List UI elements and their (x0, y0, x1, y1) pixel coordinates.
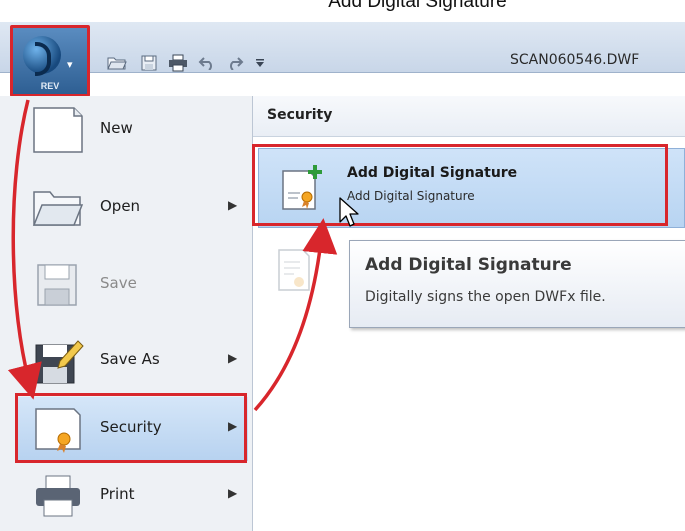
app-logo-icon (23, 36, 61, 76)
undo-icon[interactable] (196, 52, 218, 74)
tooltip-title: Add Digital Signature (365, 255, 572, 275)
tooltip: Add Digital Signature Digitally signs th… (349, 240, 685, 328)
document-filename: SCAN060546.DWF (510, 52, 640, 68)
verify-signature-icon (275, 244, 315, 294)
menu-item-print[interactable]: Print ▶ (18, 464, 248, 528)
highlight-box-add-signature (252, 144, 668, 226)
menu-item-save-as[interactable]: Save As ▶ (18, 329, 248, 393)
submenu-arrow-icon: ▶ (228, 351, 238, 365)
mouse-cursor-icon (338, 196, 360, 230)
menu-item-save[interactable]: Save (18, 253, 248, 317)
customize-toolbar-icon[interactable] (252, 52, 268, 74)
highlight-box-security (15, 393, 247, 463)
submenu-title: Security (267, 107, 333, 123)
app-badge: REV (40, 81, 60, 91)
submenu-arrow-icon: ▶ (228, 198, 238, 212)
open-folder-icon (30, 182, 86, 232)
menu-item-label: Save As (100, 350, 160, 368)
title-bar: SCAN060546.DWF (0, 22, 685, 73)
save-icon (30, 259, 86, 309)
menu-item-new[interactable]: New (18, 98, 248, 162)
menu-item-label: Print (100, 485, 135, 503)
menu-item-label: Save (100, 274, 137, 292)
menu-item-open[interactable]: Open ▶ (18, 176, 248, 240)
tooltip-description: Digitally signs the open DWFx file. (365, 289, 606, 305)
application-menu-button[interactable]: ▾ REV (10, 25, 90, 97)
print-icon (30, 470, 86, 520)
menu-item-label: Open (100, 197, 141, 215)
menu-item-label: New (100, 119, 133, 137)
submenu-header: Security (253, 96, 685, 137)
chevron-down-icon: ▾ (67, 59, 73, 71)
redo-icon[interactable] (224, 52, 246, 74)
submenu-arrow-icon: ▶ (228, 486, 238, 500)
page-caption: Add Digital Signature (328, 0, 507, 12)
save-as-icon (30, 335, 86, 385)
new-document-icon (30, 104, 86, 154)
save-icon[interactable] (138, 52, 160, 74)
application-menu: New Open ▶ Save Save As ▶ Security ▶ Pri… (0, 96, 253, 531)
open-folder-icon[interactable] (105, 52, 129, 74)
print-icon[interactable] (166, 52, 190, 74)
